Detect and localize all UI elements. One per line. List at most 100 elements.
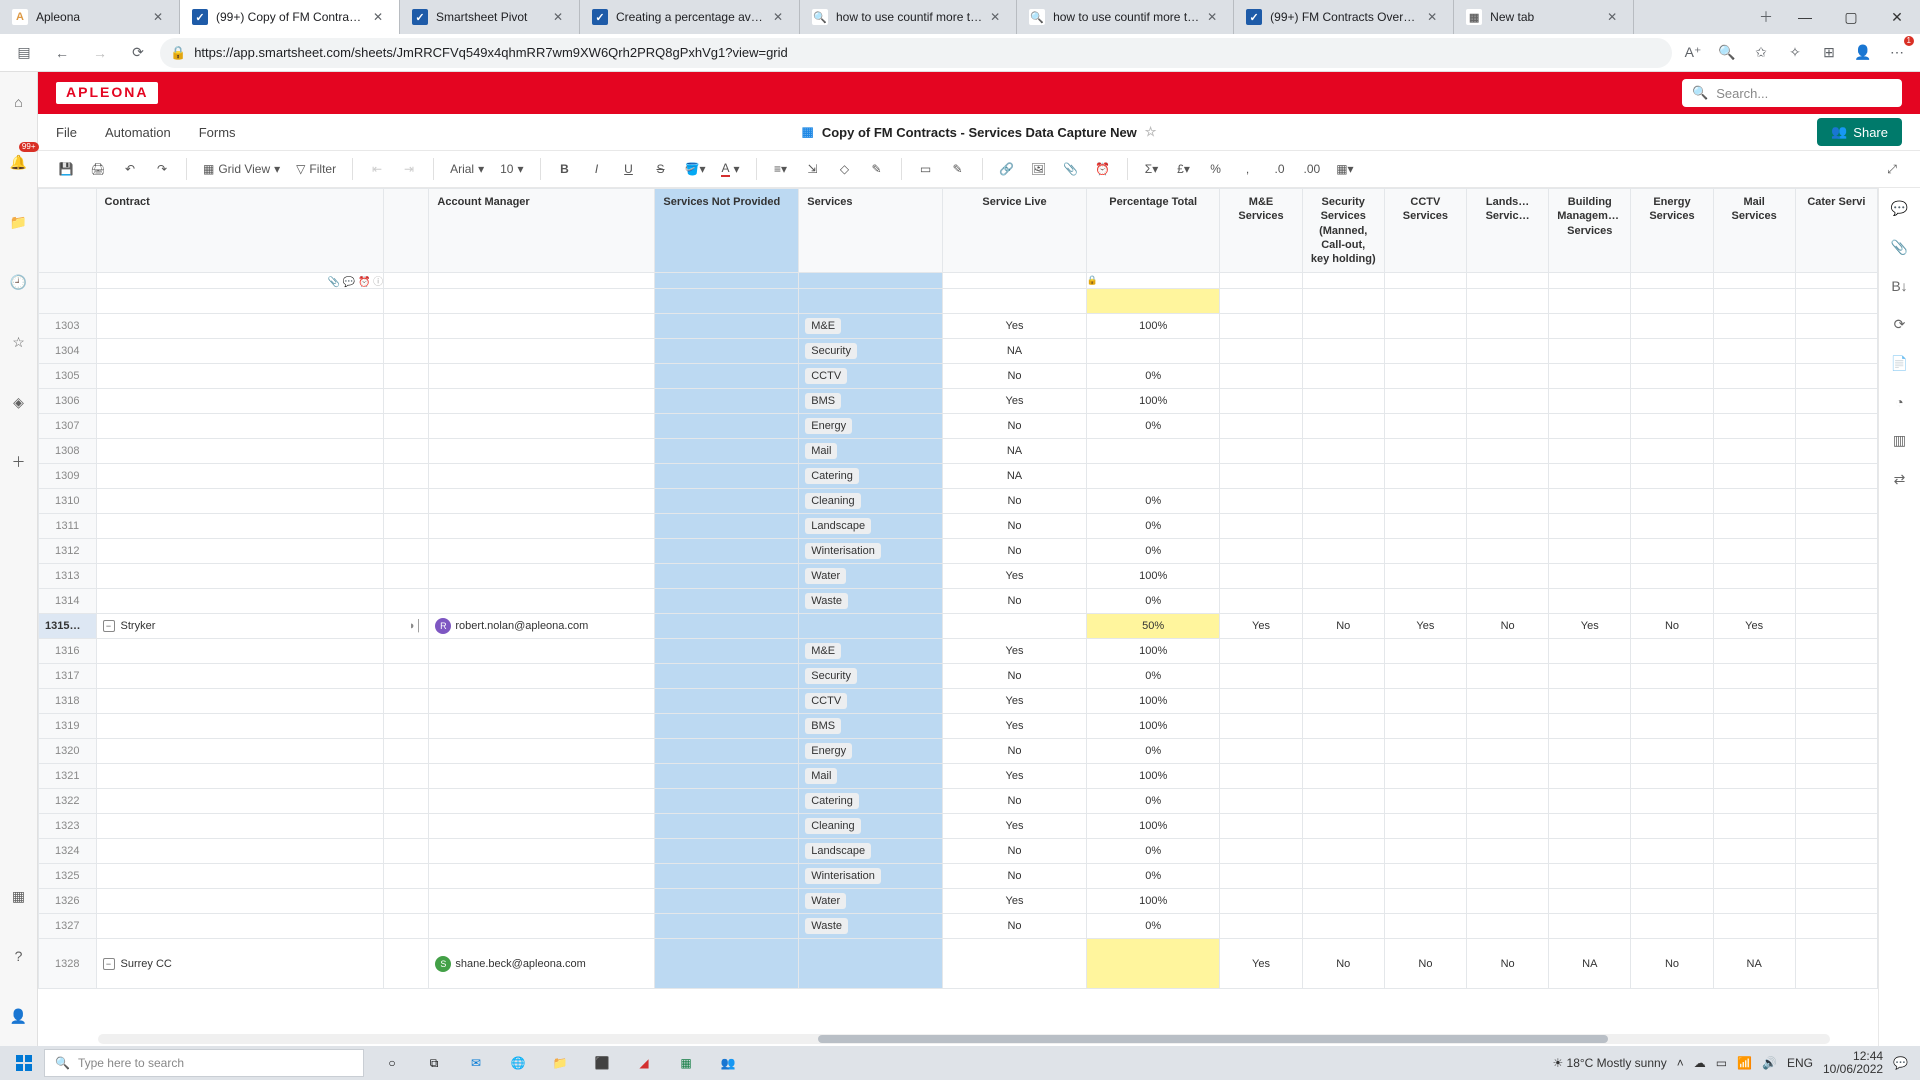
percentage-cell[interactable]: 100% (1086, 889, 1220, 914)
percentage-cell[interactable]: 100% (1086, 764, 1220, 789)
strike-button[interactable]: S (647, 155, 675, 183)
font-size-selector[interactable]: 10 ▾ (494, 155, 529, 183)
expand-button[interactable]: ⤢ (1878, 155, 1906, 183)
table-row[interactable]: 1306BMSYes100% (39, 389, 1878, 414)
contract-cell[interactable] (96, 539, 384, 564)
yn-cell[interactable]: Yes (1549, 614, 1631, 639)
favorite-button[interactable]: ✩ (1746, 38, 1776, 68)
fill-color-button[interactable]: 🪣▾ (679, 155, 712, 183)
percentage-cell[interactable]: 0% (1086, 489, 1220, 514)
account-manager-cell[interactable] (429, 364, 655, 389)
table-row[interactable]: 1308MailNA (39, 439, 1878, 464)
snp-cell[interactable] (655, 864, 799, 889)
account-manager-cell[interactable] (429, 339, 655, 364)
sidebar-folder-icon[interactable]: 📁 (1, 204, 37, 240)
yn-cell[interactable]: NA (1713, 939, 1795, 989)
date-format-button[interactable]: ▦▾ (1330, 155, 1359, 183)
account-manager-cell[interactable] (429, 764, 655, 789)
service-live-cell[interactable]: No (943, 664, 1087, 689)
yn-cell[interactable]: No (1302, 939, 1384, 989)
connections-icon[interactable]: ⇄ (1894, 471, 1906, 488)
table-row[interactable]: 1307EnergyNo0% (39, 414, 1878, 439)
yn-cell[interactable]: No (1302, 614, 1384, 639)
service-live-cell[interactable]: Yes (943, 689, 1087, 714)
tab-close-icon[interactable]: ✕ (773, 10, 787, 24)
table-row[interactable]: 1321MailYes100% (39, 764, 1878, 789)
snp-cell[interactable] (655, 789, 799, 814)
table-row[interactable]: 1310CleaningNo0% (39, 489, 1878, 514)
yn-cell[interactable]: No (1467, 614, 1549, 639)
percentage-cell[interactable]: 0% (1086, 414, 1220, 439)
contract-cell[interactable] (96, 414, 384, 439)
row-number[interactable]: 1309 (39, 464, 97, 489)
contract-cell[interactable] (96, 889, 384, 914)
snp-cell[interactable] (655, 539, 799, 564)
service-cell[interactable]: CCTV (799, 689, 943, 714)
snp-cell[interactable] (655, 939, 799, 989)
table-row[interactable]: 1316M&EYes100% (39, 639, 1878, 664)
service-cell[interactable]: Waste (799, 914, 943, 939)
table-row[interactable]: 1303M&EYes100% (39, 314, 1878, 339)
percentage-cell[interactable]: 0% (1086, 839, 1220, 864)
service-live-cell[interactable]: Yes (943, 314, 1087, 339)
tab-close-icon[interactable]: ✕ (1427, 10, 1441, 24)
contract-cell[interactable] (96, 389, 384, 414)
browser-tab[interactable]: ✓ Creating a percentage ave… ✕ (580, 0, 800, 34)
service-cell[interactable]: Energy (799, 739, 943, 764)
column-header[interactable]: Building Management Services (1549, 189, 1631, 273)
snp-cell[interactable] (655, 589, 799, 614)
volume-icon[interactable]: 🔊 (1762, 1056, 1777, 1070)
row-number[interactable]: 1317 (39, 664, 97, 689)
percentage-cell[interactable]: 100% (1086, 814, 1220, 839)
service-live-cell[interactable]: No (943, 364, 1087, 389)
account-manager-cell[interactable] (429, 514, 655, 539)
sidebar-favorites-icon[interactable]: ☆ (1, 324, 37, 360)
service-cell[interactable]: Mail (799, 439, 943, 464)
percentage-cell[interactable]: 0% (1086, 514, 1220, 539)
row-number[interactable]: 1314 (39, 589, 97, 614)
cortana-icon[interactable]: ○ (372, 1046, 412, 1080)
service-cell[interactable]: Security (799, 664, 943, 689)
column-header[interactable]: Percentage Total (1086, 189, 1220, 273)
row-number[interactable]: 1319 (39, 714, 97, 739)
sum-button[interactable]: Σ▾ (1138, 155, 1166, 183)
percentage-cell[interactable]: 100% (1086, 689, 1220, 714)
service-live-cell[interactable]: Yes (943, 814, 1087, 839)
snp-cell[interactable] (655, 414, 799, 439)
minimize-button[interactable]: — (1782, 0, 1828, 34)
percentage-cell[interactable]: 0% (1086, 739, 1220, 764)
percentage-cell[interactable] (1086, 439, 1220, 464)
column-header[interactable]: Mail Services (1713, 189, 1795, 273)
reminder-button[interactable]: ⏰ (1089, 155, 1117, 183)
yn-cell[interactable]: Yes (1220, 939, 1302, 989)
menu-file[interactable]: File (56, 125, 77, 140)
menu-forms[interactable]: Forms (199, 125, 236, 140)
contract-cell[interactable] (96, 864, 384, 889)
wifi-icon[interactable]: 📶 (1737, 1056, 1752, 1070)
service-live-cell[interactable] (943, 614, 1087, 639)
service-cell[interactable]: Landscape (799, 839, 943, 864)
conversations-icon[interactable]: 💬 (1891, 200, 1908, 217)
italic-button[interactable]: I (583, 155, 611, 183)
percentage-cell[interactable]: 0% (1086, 589, 1220, 614)
percentage-cell[interactable] (1086, 339, 1220, 364)
tab-actions-button[interactable]: ▤ (8, 37, 40, 69)
underline-button[interactable]: U (615, 155, 643, 183)
service-cell[interactable]: M&E (799, 314, 943, 339)
service-cell[interactable]: Energy (799, 414, 943, 439)
battery-icon[interactable]: ▭ (1716, 1056, 1727, 1070)
account-manager-cell[interactable] (429, 864, 655, 889)
edge-icon[interactable]: 🌐 (498, 1046, 538, 1080)
table-row[interactable]: 1304SecurityNA (39, 339, 1878, 364)
browser-tab[interactable]: ✓ (99+) Copy of FM Contract… ✕ (180, 0, 400, 34)
percentage-cell[interactable]: 50% (1086, 614, 1220, 639)
percentage-cell[interactable]: 100% (1086, 714, 1220, 739)
indent-button[interactable]: ⇥ (395, 155, 423, 183)
percentage-cell[interactable]: 0% (1086, 664, 1220, 689)
sidebar-help-icon[interactable]: ? (1, 938, 37, 974)
service-live-cell[interactable]: NA (943, 439, 1087, 464)
refresh-button[interactable]: ⟳ (122, 37, 154, 69)
contract-cell[interactable] (96, 714, 384, 739)
font-selector[interactable]: Arial ▾ (444, 155, 490, 183)
table-row[interactable]: 1319BMSYes100% (39, 714, 1878, 739)
